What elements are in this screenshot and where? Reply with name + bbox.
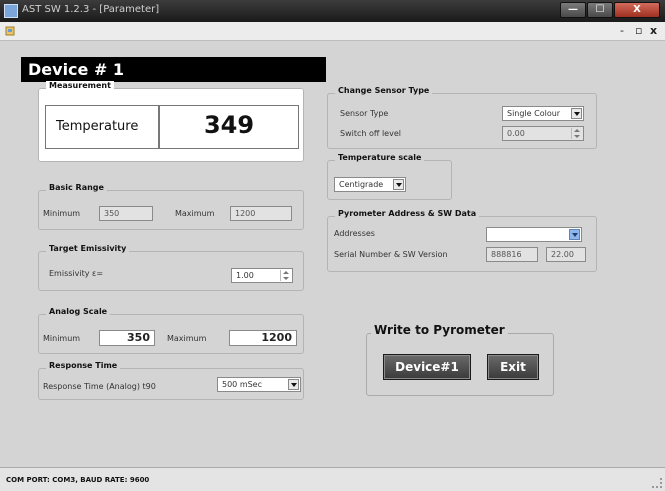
write-to-pyrometer-label: Write to Pyrometer (371, 323, 508, 337)
response-time-value: 500 mSec (222, 380, 263, 389)
basic-range-min-label: Minimum (43, 209, 81, 218)
target-emissivity-group: Target Emissivity Emissivity ε= 1.00 (38, 244, 304, 291)
addresses-label: Addresses (334, 229, 375, 238)
chevron-down-icon[interactable] (571, 108, 582, 119)
measurement-name: Temperature (56, 119, 139, 134)
basic-range-group: Basic Range Minimum 350 Maximum 1200 (38, 183, 304, 230)
analog-scale-max-label: Maximum (167, 334, 207, 343)
spinner-arrows-icon[interactable] (280, 270, 291, 281)
chevron-down-icon[interactable] (288, 379, 299, 390)
minimize-button[interactable]: — (560, 2, 586, 18)
exit-button[interactable]: Exit (487, 354, 539, 380)
mdi-minimize-icon[interactable]: - (620, 24, 624, 37)
chevron-down-icon[interactable] (569, 229, 580, 240)
switch-off-level-label: Switch off level (340, 129, 401, 138)
maximize-button[interactable]: ☐ (587, 2, 613, 18)
response-time-group-label: Response Time (46, 361, 121, 370)
spinner-arrows-icon (571, 128, 582, 139)
sensor-type-value: Single Colour (507, 109, 561, 118)
temperature-scale-value: Centigrade (339, 180, 384, 189)
title-bar: AST SW 1.2.3 - [Parameter] — ☐ X (0, 0, 665, 22)
basic-range-max-field: 1200 (230, 206, 292, 221)
basic-range-max-label: Maximum (175, 209, 215, 218)
temperature-scale-group: Temperature scale Centigrade (327, 153, 452, 200)
change-sensor-type-group: Change Sensor Type Sensor Type Single Co… (327, 86, 597, 149)
response-time-label: Response Time (Analog) t90 (43, 382, 156, 391)
emissivity-label: Emissivity ε= (49, 269, 104, 278)
response-time-select[interactable]: 500 mSec (217, 377, 301, 392)
emissivity-spinner[interactable]: 1.00 (231, 268, 293, 283)
close-button[interactable]: X (614, 2, 660, 18)
measurement-value-cell: 349 (159, 105, 299, 149)
analog-scale-group: Analog Scale Minimum 350 Maximum 1200 (38, 307, 304, 354)
serial-number-field: 888816 (486, 247, 538, 262)
basic-range-min-field: 350 (99, 206, 153, 221)
document-icon[interactable] (4, 25, 16, 37)
basic-range-group-label: Basic Range (46, 183, 107, 192)
measurement-value: 349 (203, 111, 255, 139)
addresses-select[interactable] (486, 227, 582, 242)
resize-grip-icon[interactable] (652, 478, 662, 488)
device-write-button[interactable]: Device#1 (383, 354, 471, 380)
response-time-group: Response Time Response Time (Analog) t90… (38, 361, 304, 400)
temperature-scale-select[interactable]: Centigrade (334, 177, 406, 192)
analog-scale-group-label: Analog Scale (46, 307, 111, 316)
write-to-pyrometer-group: Write to Pyrometer Device#1 Exit (366, 323, 554, 396)
status-bar: COM PORT: COM3, BAUD RATE: 9600 (0, 467, 665, 491)
temperature-scale-group-label: Temperature scale (335, 153, 425, 162)
mdi-restore-icon[interactable]: ▫ (635, 24, 642, 37)
mdi-close-icon[interactable]: x (650, 24, 657, 37)
target-emissivity-group-label: Target Emissivity (46, 244, 130, 253)
sensor-type-label: Sensor Type (340, 109, 389, 118)
analog-scale-min-label: Minimum (43, 334, 81, 343)
pyrometer-address-group: Pyrometer Address & SW Data Addresses Se… (327, 209, 597, 272)
status-text: COM PORT: COM3, BAUD RATE: 9600 (6, 476, 150, 484)
sensor-type-select[interactable]: Single Colour (502, 106, 584, 121)
pyrometer-address-group-label: Pyrometer Address & SW Data (335, 209, 480, 218)
parameter-form: Device # 1 Measurement Temperature 349 B… (12, 46, 653, 464)
window-title: AST SW 1.2.3 - [Parameter] (22, 4, 160, 15)
measurement-group: Measurement Temperature 349 (38, 81, 304, 162)
measurement-group-label: Measurement (46, 81, 114, 90)
app-icon (4, 4, 18, 18)
chevron-down-icon[interactable] (393, 179, 404, 190)
switch-off-level-value: 0.00 (507, 129, 525, 138)
analog-scale-max-input[interactable]: 1200 (229, 330, 297, 346)
sw-version-field: 22.00 (546, 247, 586, 262)
serial-number-label: Serial Number & SW Version (334, 250, 448, 259)
change-sensor-type-group-label: Change Sensor Type (335, 86, 433, 95)
measurement-name-cell: Temperature (45, 105, 159, 149)
mdi-menu-bar: - ▫ x (0, 22, 665, 41)
analog-scale-min-input[interactable]: 350 (99, 330, 155, 346)
device-title: Device # 1 (21, 57, 326, 82)
switch-off-level-spinner: 0.00 (502, 126, 584, 141)
emissivity-value: 1.00 (236, 271, 254, 280)
